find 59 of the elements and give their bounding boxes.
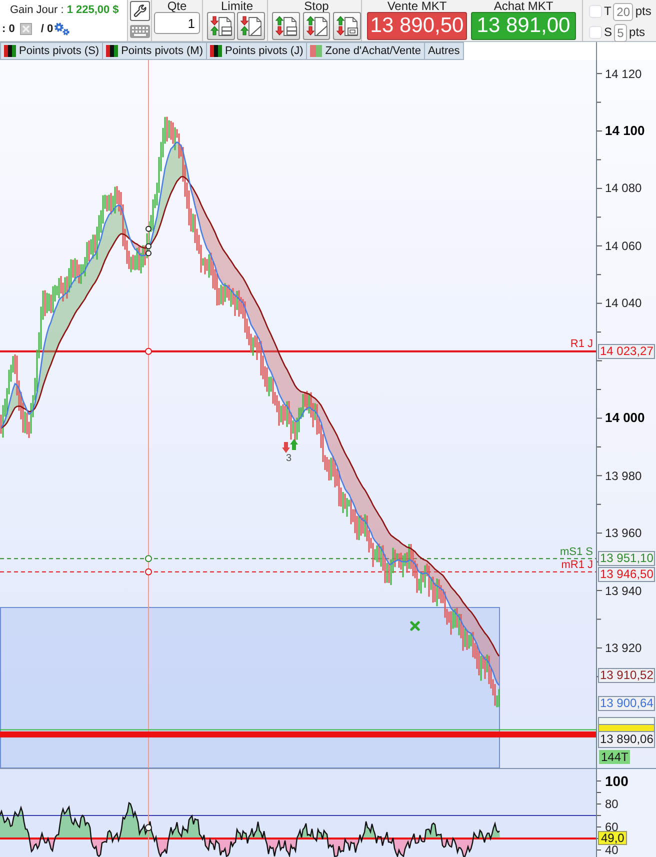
cross-marker-icon [410,621,420,631]
price-tag: 14 023,27 [598,344,655,359]
price-tag: 13 890,06 [598,730,655,748]
value-tag: 49,0 [598,831,628,846]
circle-marker-icon [145,568,152,576]
axis-label: 60 [605,822,618,832]
level-label: mR1 J [561,558,593,571]
indicator-tab[interactable]: Points pivots (S) [0,42,104,60]
axis-label: 14 060 [605,238,642,253]
axis-label: 13 980 [605,468,642,483]
color-bars-icon[interactable] [210,45,222,57]
stop-label: Stop [303,0,330,12]
axis-label: 14 120 [605,66,642,81]
limit-label: Limite [220,0,254,12]
axis-label: 14 000 [605,411,645,426]
indicator-tab[interactable]: Points pivots (J) [207,42,308,60]
unit-label: pts [629,25,646,40]
color-bars-icon[interactable] [4,45,16,57]
axis-label: 80 [605,798,618,810]
gears-icon[interactable] [54,22,70,36]
tick-count: 144T [599,750,630,764]
axis-label: 100 [605,774,628,788]
signal-count: 3 [286,454,292,464]
indicator-tab[interactable]: Zone d'Achat/Vente [307,42,425,60]
price-tag: 13 900,64 [598,696,655,712]
axis-label: 13 940 [605,584,642,598]
option-letter: T [604,4,612,19]
price-tag: 13 951,10 [598,551,655,566]
circle-marker-icon [145,824,152,832]
circle-marker-icon [145,348,152,355]
axis-label: 13 920 [605,640,642,655]
price-tag: 13 946,50 [598,567,655,582]
axis-label: 14 080 [605,181,642,196]
level-label: mS1 S [560,546,593,558]
axis-label: 40 [605,844,618,856]
indicator-tab[interactable]: Points pivots (M) [103,42,208,60]
unit-label: pts [635,4,652,19]
axis-label: 14 040 [605,296,642,310]
up-arrow-icon [290,439,298,450]
price-tag: 13 910,52 [598,668,655,683]
order-count: / 0 [40,22,54,36]
sell-label: Vente MKT [386,0,448,12]
color-bars-icon[interactable] [310,45,322,57]
axis-label: 14 100 [605,124,645,138]
quantity-field[interactable]: 1 [154,12,200,34]
gain-label: Gain Jour : [10,4,64,18]
gain-value: 1 225,00 $ [66,4,119,18]
indicator-tab[interactable]: Autres [424,42,464,60]
sell-button[interactable]: 13 890,50 [367,12,467,40]
axis-label: 13 960 [605,526,642,540]
option-letter: S [604,25,612,40]
buy-label: Achat MKT [492,0,554,12]
circle-marker-icon [145,555,152,562]
color-bars-icon[interactable] [106,45,118,57]
position-count: : 0 [2,22,15,36]
level-label: R1 J [570,338,593,350]
quantity-label: Qte [166,0,188,12]
down-arrow-icon [282,442,290,453]
circle-marker-icon [146,226,152,232]
